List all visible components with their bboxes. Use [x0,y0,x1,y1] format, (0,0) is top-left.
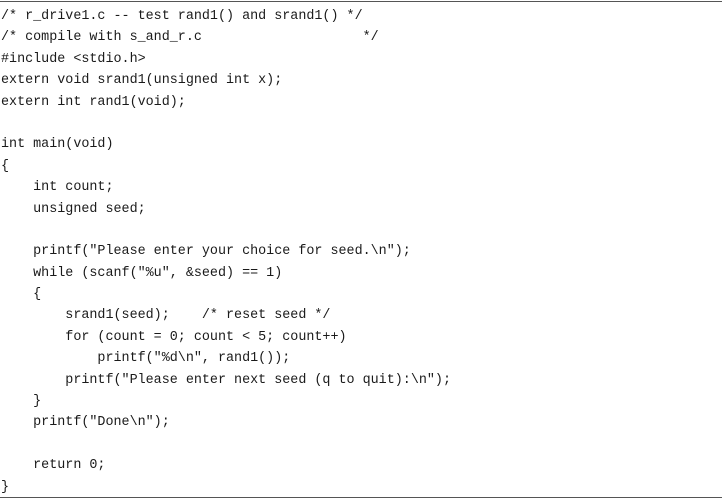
code-listing-frame: /* r_drive1.c -- test rand1() and srand1… [0,1,722,498]
code-line: int main(void) [1,137,114,153]
code-line: printf("Please enter next seed (q to qui… [1,372,451,388]
code-line: srand1(seed); /* reset seed */ [1,308,331,324]
code-line: { [1,287,42,303]
code-line: } [1,479,10,495]
code-line: return 0; [1,458,106,474]
code-line: } [1,394,42,410]
code-line: unsigned seed; [1,201,146,217]
code-listing: /* r_drive1.c -- test rand1() and srand1… [1,6,451,498]
code-line: printf("Please enter your choice for see… [1,244,411,260]
code-line: for (count = 0; count < 5; count++) [1,329,347,345]
code-line: extern int rand1(void); [1,94,186,110]
code-line: /* compile with s_and_r.c */ [1,30,379,46]
code-line: /* r_drive1.c -- test rand1() and srand1… [1,9,363,24]
code-line: extern void srand1(unsigned int x); [1,73,283,89]
code-line: while (scanf("%u", &seed) == 1) [1,265,283,281]
code-line: printf("Done\n"); [1,415,170,431]
code-line: printf("%d\n", rand1()); [1,351,291,367]
code-line: { [1,158,10,174]
code-line: #include <stdio.h> [1,51,146,67]
code-line: int count; [1,180,114,196]
